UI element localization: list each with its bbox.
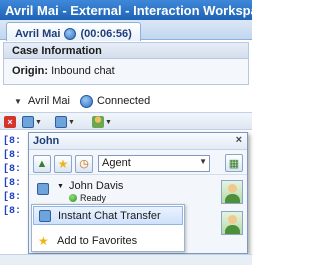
origin-label: Origin: bbox=[12, 65, 49, 77]
filter-value: Agent bbox=[102, 157, 131, 169]
connected-icon bbox=[79, 94, 93, 108]
transcript-line: [8: bbox=[3, 206, 22, 217]
transfer-button[interactable]: ▼ bbox=[22, 115, 42, 129]
close-icon: × bbox=[4, 116, 16, 128]
transcript-line: [8: bbox=[3, 178, 22, 189]
chevron-down-icon: ▼ bbox=[68, 118, 75, 126]
case-origin-row: Origin: Inbound chat bbox=[3, 59, 249, 85]
person-icon bbox=[92, 116, 104, 128]
chevron-down-icon[interactable]: ▼ bbox=[57, 183, 64, 190]
chevron-down-icon: ▼ bbox=[35, 118, 42, 126]
consult-button[interactable]: ▼ bbox=[92, 115, 112, 129]
clock-icon: ◷ bbox=[79, 158, 89, 170]
tab-timer: (00:06:56) bbox=[80, 27, 132, 40]
team-communicator-popup: John × ▲ ★ ◷ Agent ▼ ▦ ▼ John Davis Read… bbox=[28, 132, 248, 254]
party-dropdown-icon[interactable]: ▼ bbox=[14, 97, 24, 106]
close-icon[interactable]: × bbox=[236, 134, 242, 146]
chevron-down-icon: ▼ bbox=[199, 157, 207, 166]
contact-status: Ready bbox=[69, 193, 106, 203]
grid-icon: ▦ bbox=[228, 157, 240, 170]
menu-item-instant-chat-transfer[interactable]: Instant Chat Transfer bbox=[33, 206, 183, 225]
menu-item-add-to-favorites[interactable]: ★ Add to Favorites bbox=[33, 232, 183, 251]
transcript-line: [8: bbox=[3, 136, 22, 147]
favorites-button[interactable]: ★ bbox=[54, 154, 72, 173]
popup-search-header: John × bbox=[29, 133, 247, 150]
popup-toolbar: ▲ ★ ◷ Agent ▼ ▦ bbox=[29, 150, 247, 175]
chat-transfer-icon bbox=[22, 116, 34, 128]
interaction-toolbar: × ▼ ▼ ▼ bbox=[0, 112, 252, 130]
chat-action-icon[interactable] bbox=[37, 183, 49, 195]
transcript-line: [8: bbox=[3, 150, 22, 161]
bottom-strip bbox=[0, 254, 252, 265]
case-information-header[interactable]: Case Information bbox=[3, 42, 249, 59]
window-title: Avril Mai - External - Interaction Works… bbox=[0, 0, 252, 20]
contact-status-text: Ready bbox=[80, 193, 107, 203]
tab-label: Avril Mai bbox=[15, 27, 61, 40]
star-icon: ★ bbox=[38, 234, 49, 248]
contact-name: John Davis bbox=[69, 180, 124, 192]
chat-icon bbox=[64, 27, 77, 40]
avatar bbox=[221, 211, 243, 235]
chat-transfer-icon bbox=[39, 210, 51, 222]
action-menu: Instant Chat Transfer ★ Add to Favorites bbox=[31, 204, 185, 252]
tab-strip: Avril Mai (00:06:56) bbox=[0, 20, 252, 41]
conference-button[interactable]: ▼ bbox=[55, 115, 75, 129]
ready-icon bbox=[69, 194, 77, 202]
origin-value: Inbound chat bbox=[51, 65, 115, 77]
menu-item-label: Instant Chat Transfer bbox=[58, 210, 161, 222]
recent-button[interactable]: ◷ bbox=[75, 154, 93, 173]
chevron-down-icon: ▼ bbox=[105, 118, 112, 126]
group-view-button[interactable]: ▦ bbox=[225, 154, 243, 172]
party-row: ▼ Avril Mai Connected bbox=[0, 88, 252, 110]
party-status: Connected bbox=[96, 95, 151, 107]
filter-select[interactable]: Agent ▼ bbox=[98, 155, 210, 172]
chat-conference-icon bbox=[55, 116, 67, 128]
transcript-line: [8: bbox=[3, 164, 22, 175]
party-name[interactable]: Avril Mai bbox=[28, 95, 70, 107]
star-icon: ★ bbox=[57, 156, 69, 171]
end-chat-button[interactable]: × bbox=[4, 115, 16, 129]
all-types-button[interactable]: ▲ bbox=[33, 154, 51, 173]
avatar bbox=[221, 180, 243, 204]
transcript-line: [8: bbox=[3, 192, 22, 203]
search-query[interactable]: John bbox=[33, 135, 59, 147]
tab-interaction[interactable]: Avril Mai (00:06:56) bbox=[6, 22, 141, 41]
group-icon: ▲ bbox=[36, 157, 48, 170]
menu-item-label: Add to Favorites bbox=[57, 235, 138, 247]
